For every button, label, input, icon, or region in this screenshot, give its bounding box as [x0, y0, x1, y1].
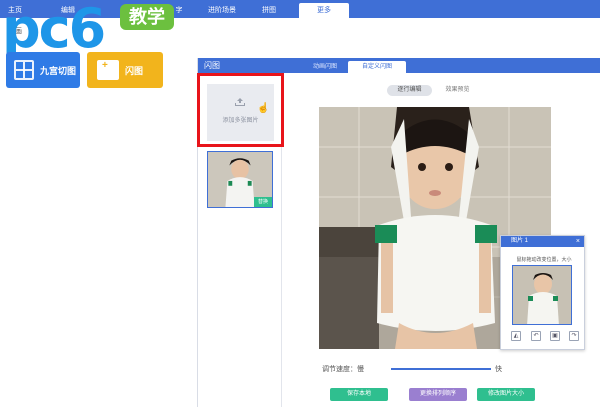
- popup-image[interactable]: [512, 265, 572, 325]
- tab-collage[interactable]: 拼图: [256, 3, 282, 18]
- speed-label: 调节速度：慢: [322, 366, 364, 373]
- mode-edit[interactable]: 逐行编辑: [387, 85, 432, 96]
- tab-advanced[interactable]: 进阶场景: [200, 3, 244, 18]
- rotate-icon[interactable]: ▣: [550, 331, 560, 341]
- save-local-button[interactable]: 保存本地: [330, 388, 388, 401]
- mode-preview[interactable]: 效果预览: [435, 85, 480, 96]
- popup-header: 图片 1 ×: [501, 236, 584, 247]
- popup-hint: 鼠标拖动改变位置，大小: [516, 257, 572, 263]
- logo-badge: 教学: [120, 4, 174, 30]
- flash-image-label: 闪图: [125, 66, 144, 76]
- grid-icon: [14, 60, 34, 80]
- flash-image-button[interactable]: 闪图: [87, 52, 163, 88]
- reorder-frames-button[interactable]: 更换排列顺序: [409, 388, 467, 401]
- image-editor-popup: 图片 1 × 鼠标拖动改变位置，大小 ◭ ↶ ▣ ↷: [500, 235, 585, 350]
- rotate-left-icon[interactable]: ↶: [531, 331, 541, 341]
- frame-thumbnail[interactable]: 替换: [207, 151, 273, 208]
- logo-text: pc6: [2, 0, 106, 60]
- popup-title: 图片 1: [511, 238, 529, 244]
- speed-fast-label: 快: [495, 366, 502, 373]
- tab-text[interactable]: 字: [174, 3, 184, 18]
- tab-animated-flash[interactable]: 动画闪图: [302, 61, 348, 73]
- panel-header: 闪图 动画闪图 自定义闪图: [198, 58, 600, 73]
- tab-custom-flash[interactable]: 自定义闪图: [348, 61, 406, 73]
- add-image-icon: [97, 60, 119, 80]
- grid-cut-button[interactable]: 九宫切图: [6, 52, 80, 88]
- panel-title: 闪图: [204, 61, 220, 70]
- close-icon[interactable]: ×: [576, 236, 580, 247]
- grid-cut-label: 九宫切图: [40, 66, 77, 76]
- popup-child-photo: [513, 266, 571, 324]
- replace-button[interactable]: 替换: [254, 197, 272, 207]
- rotate-right-icon[interactable]: ↷: [569, 331, 579, 341]
- resize-image-button[interactable]: 修改图片大小: [477, 388, 535, 401]
- flip-horizontal-icon[interactable]: ◭: [511, 331, 521, 341]
- tab-more[interactable]: 更多: [299, 3, 349, 18]
- highlight-box: [197, 73, 284, 147]
- speed-slider[interactable]: [391, 368, 491, 370]
